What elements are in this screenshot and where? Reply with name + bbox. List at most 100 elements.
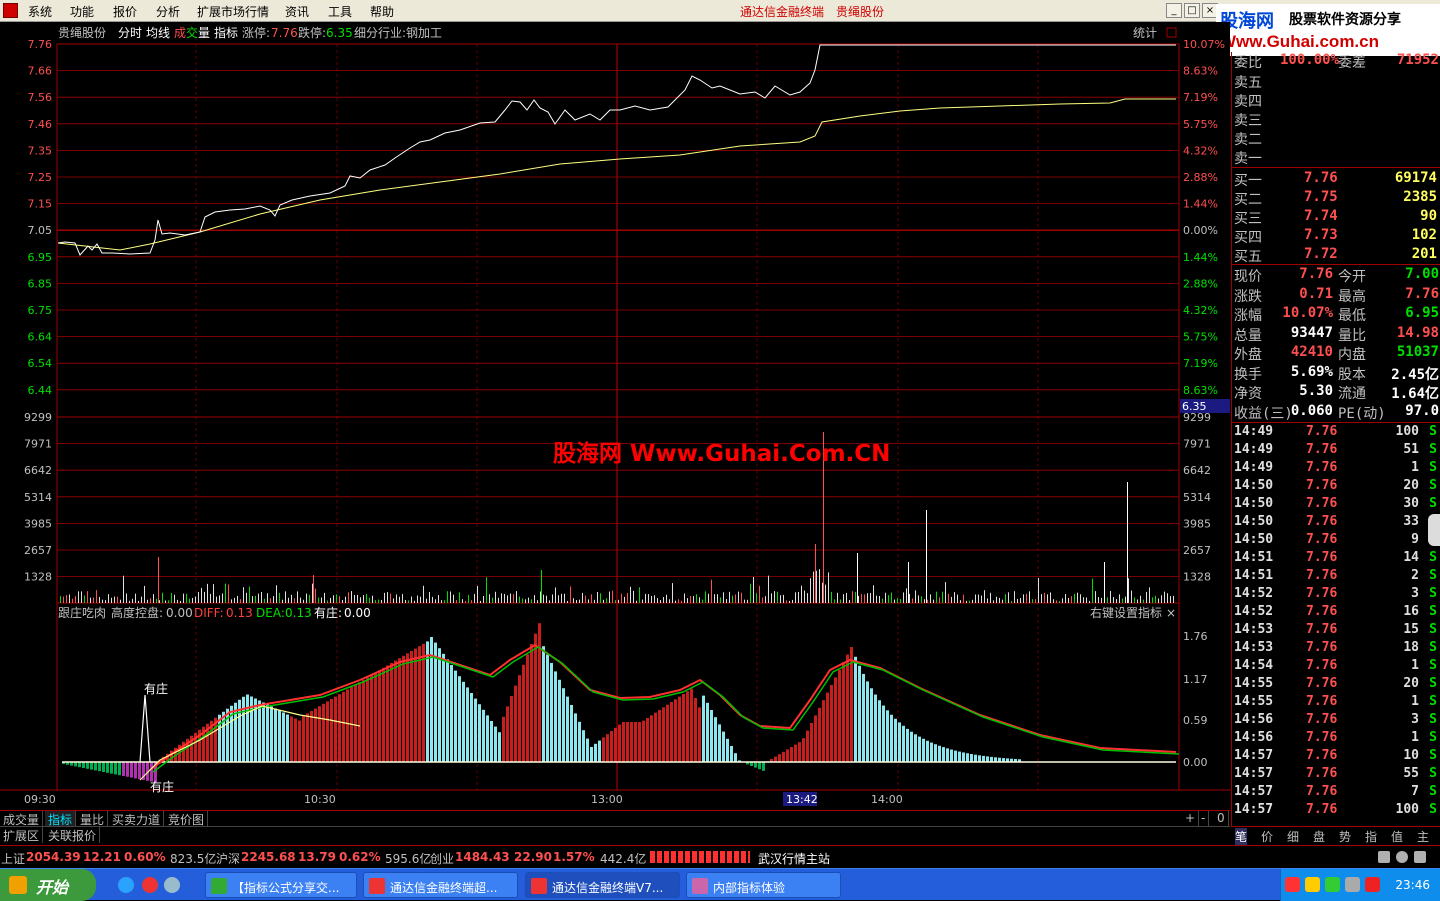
right-tab[interactable]: 值 [1391, 828, 1403, 845]
volume-bar [150, 598, 151, 603]
indicator-bar [722, 731, 725, 762]
volume-tick: 6642 [1183, 464, 1211, 477]
tab-indicator[interactable]: 指标 [214, 25, 238, 40]
tick-volume: 20 [1403, 478, 1419, 493]
right-tab[interactable]: 细 [1287, 828, 1299, 845]
volume-bar [858, 595, 859, 603]
cy-value: 1484.43 [455, 850, 510, 864]
volume-bar [153, 594, 154, 603]
volume-bar [714, 594, 715, 603]
minimize-button[interactable]: _ [1166, 3, 1182, 18]
right-tab[interactable]: 指 [1365, 828, 1377, 845]
tab-avgline[interactable]: 均线 [146, 26, 170, 40]
tab-buysell-force[interactable]: 买卖力道 [109, 811, 165, 827]
buy-volume: 69174 [1394, 170, 1437, 186]
volume-bar [954, 592, 955, 603]
volume-bar [474, 593, 475, 603]
task-terminal-super[interactable]: 通达信金融终端超... [363, 872, 518, 898]
menu-analysis[interactable]: 分析 [156, 3, 180, 20]
tab-volume[interactable]: 成交量 [0, 811, 44, 827]
right-tab[interactable]: 价 [1261, 828, 1273, 845]
right-tab[interactable]: 势 [1339, 828, 1351, 845]
indicator-bar [398, 658, 401, 762]
menu-help[interactable]: 帮助 [370, 3, 394, 20]
zoom-in-button[interactable]: + [1182, 811, 1200, 827]
menu-info[interactable]: 资讯 [285, 3, 309, 20]
volume-bar [261, 591, 262, 603]
maximize-button[interactable]: □ [1184, 3, 1200, 18]
tab-indicator-bottom[interactable]: 指标 [45, 811, 77, 827]
indicator-k4: 有庄: [314, 605, 342, 620]
menu-function[interactable]: 功能 [70, 3, 94, 20]
right-tab[interactable]: 盘 [1313, 828, 1325, 845]
volume-bar [489, 594, 490, 603]
tick-time: 14:49 [1234, 442, 1274, 457]
task-internal-indicator[interactable]: 内部指标体验 [686, 872, 841, 898]
volume-bar [540, 591, 541, 603]
tray-s-icon[interactable] [1285, 877, 1300, 892]
volume-bar [342, 600, 343, 603]
task-icon [211, 878, 227, 894]
scroll-handle[interactable] [1428, 514, 1440, 546]
volume-bar [405, 599, 406, 603]
indicator-settings-hint[interactable]: 右键设置指标 [1090, 605, 1162, 620]
tab-ext-area[interactable]: 扩展区 [0, 827, 44, 843]
tick-side: S [1429, 568, 1437, 583]
tray-sound-icon[interactable] [1345, 877, 1360, 892]
quicklaunch-browser-icon[interactable] [118, 877, 134, 893]
volume-bar [591, 594, 592, 603]
zoom-out-button[interactable]: - [1198, 811, 1210, 827]
tick-volume: 15 [1403, 622, 1419, 637]
volume-bar [1158, 598, 1159, 603]
stats-button[interactable]: 统计 [1133, 26, 1157, 40]
volume-bar [597, 591, 598, 603]
volume-bar [729, 591, 730, 603]
volume-bar [219, 595, 220, 603]
indicator-bar [466, 687, 469, 762]
indicator-bar [494, 726, 497, 762]
tray-ie-icon[interactable] [1305, 877, 1320, 892]
menu-system[interactable]: 系统 [28, 3, 52, 20]
tab-volume-ratio[interactable]: 量比 [77, 811, 109, 827]
intraday-chart[interactable]: 7.76 7.66 7.56 7.46 7.35 7.25 7.15 7.05 6.95 6.85… [0, 22, 1230, 810]
volume-bar [339, 596, 340, 603]
right-tab[interactable]: 笔 [1235, 828, 1248, 845]
menu-quote[interactable]: 报价 [113, 3, 137, 20]
indicator-bar [794, 744, 797, 762]
stock-name: 贵绳股份 [58, 26, 106, 40]
tab-related-quote[interactable]: 关联报价 [45, 827, 101, 843]
volume-bar [327, 600, 328, 603]
indicator-bar [346, 689, 349, 762]
volume-bar [723, 592, 724, 603]
tray-shield-icon[interactable] [1325, 877, 1340, 892]
right-tab[interactable]: 主 [1417, 828, 1429, 845]
volume-bar [678, 599, 679, 603]
menu-tools[interactable]: 工具 [328, 3, 352, 20]
volume-bar [603, 599, 604, 603]
zoom-reset-button[interactable]: 0 [1214, 811, 1229, 827]
tick-row: 14:57 7.76 7 S [1232, 784, 1440, 802]
tab-timeshare[interactable]: 分时 [118, 26, 142, 40]
menu-ext-market[interactable]: 扩展市场行情 [197, 3, 269, 20]
volume-bar [318, 597, 319, 603]
volume-bar [981, 595, 982, 603]
start-button[interactable]: 开始 [0, 869, 96, 901]
percent-tick: 7.19% [1183, 91, 1218, 104]
quicklaunch-app-icon[interactable] [142, 877, 158, 893]
tab-auction[interactable]: 竞价图 [165, 811, 209, 827]
sell-label: 卖一 [1234, 151, 1262, 167]
quicklaunch-ie-icon[interactable] [164, 877, 180, 893]
sh-label: 上证 [1, 852, 26, 866]
volume-bar [609, 591, 610, 603]
sell-label: 卖五 [1234, 75, 1262, 91]
quote-value: 42410 [1290, 344, 1333, 360]
tray-ime-icon[interactable] [1365, 877, 1380, 892]
indicator-bar [414, 648, 417, 762]
task-formula-share[interactable]: 【指标公式分享交... [205, 872, 357, 898]
indicator-close-icon[interactable]: × [1166, 606, 1176, 620]
tick-price: 7.76 [1306, 424, 1338, 439]
buy-label: 买四 [1234, 230, 1262, 246]
volume-bar [192, 597, 193, 603]
task-terminal-v7[interactable]: 通达信金融终端V7... [525, 872, 680, 898]
indicator-bar [298, 720, 301, 762]
